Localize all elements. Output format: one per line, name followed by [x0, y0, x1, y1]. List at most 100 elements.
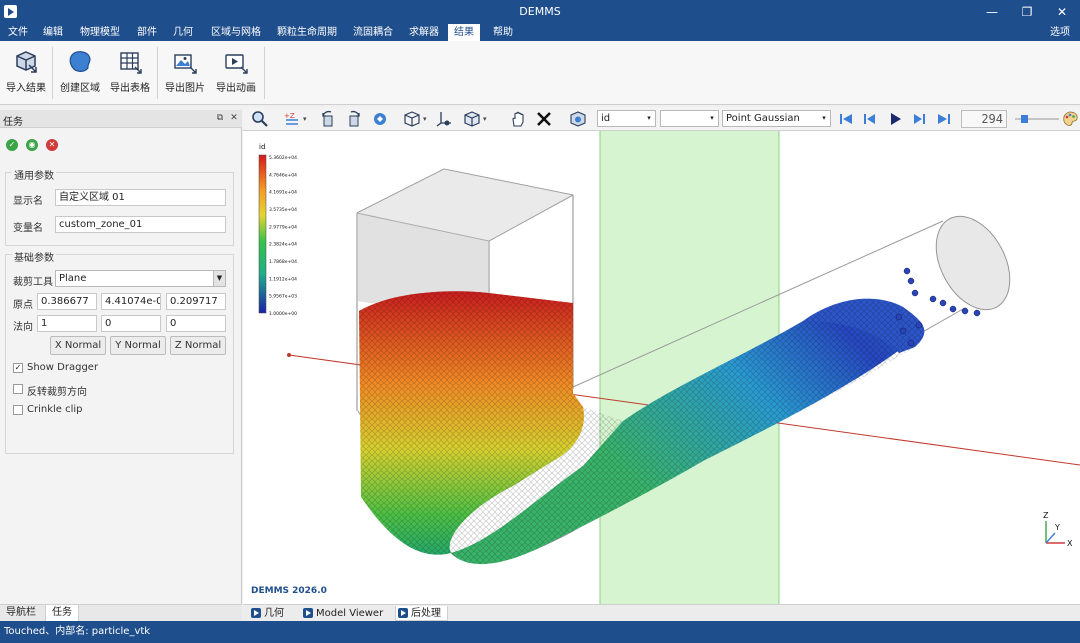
apply-all-icon[interactable]: ◉	[26, 139, 38, 151]
menu-file[interactable]: 文件	[2, 24, 34, 41]
table-grid-icon	[117, 49, 143, 75]
frame-number-field[interactable]: 294	[961, 110, 1007, 128]
tab-tasks[interactable]: 任务	[45, 605, 79, 622]
normal-x-field[interactable]: 1	[37, 315, 97, 332]
svg-text:+Z: +Z	[284, 112, 295, 120]
apply-check-icon[interactable]: ✓	[6, 139, 18, 151]
time-slider-thumb[interactable]	[1021, 115, 1028, 123]
chevron-down-icon: ▼	[213, 271, 225, 286]
plus-z-view-icon[interactable]: +Z	[283, 110, 301, 128]
float-panel-icon[interactable]: ⧉	[214, 112, 226, 124]
legend-labels: 5.3602e+04 4.7646e+04 4.1691e+04 3.5735e+04…	[269, 155, 297, 317]
variable-name-label: 变量名	[13, 223, 43, 234]
x-normal-button[interactable]: X Normal	[50, 336, 106, 355]
crinkle-clip-checkbox[interactable]	[13, 405, 23, 415]
viewer-toolbar: +Z ▾ ▾ ▾ id ▾ ▾ Point Gaussian ▾ 294	[243, 107, 1080, 131]
menu-fsi[interactable]: 流固耦合	[347, 24, 399, 41]
create-zone-label: 创建区域	[60, 83, 100, 94]
menu-physics[interactable]: 物理模型	[74, 24, 126, 41]
legend-tick-label: 2.3824e+04	[269, 242, 297, 248]
array-select[interactable]: id ▾	[597, 110, 656, 127]
legend-tick-label: 2.9779e+04	[269, 224, 297, 230]
origin-z-field[interactable]: 0.209717	[166, 293, 226, 310]
origin-y-field[interactable]: 4.41074e-06	[101, 293, 161, 310]
image-export-icon	[172, 49, 198, 75]
y-normal-button[interactable]: Y Normal	[110, 336, 166, 355]
import-results-button[interactable]: 导入结果	[0, 45, 52, 101]
reset-camera-icon[interactable]	[371, 110, 389, 128]
task-panel: 任务 ⧉ ✕ ✓ ◉ ✕ 通用参数 显示名 自定义区域 01 变量名 custo…	[0, 110, 242, 604]
display-name-field[interactable]: 自定义区域 01	[55, 189, 226, 206]
menu-options[interactable]: 选项	[1050, 24, 1070, 41]
zoom-icon[interactable]	[251, 110, 269, 128]
prev-frame-icon[interactable]	[861, 110, 879, 128]
legend-tick-label: 4.7646e+04	[269, 172, 297, 178]
menu-zones-mesh[interactable]: 区域与网格	[205, 24, 267, 41]
menu-help[interactable]: 帮助	[487, 24, 519, 41]
mesh-cube-icon[interactable]	[463, 110, 481, 128]
tab-app-icon	[303, 608, 313, 618]
rotate-left-icon[interactable]	[319, 110, 337, 128]
origin-x-field[interactable]: 0.386677	[37, 293, 97, 310]
tab-geometry[interactable]: 几何	[249, 606, 290, 621]
rotate-right-icon[interactable]	[345, 110, 363, 128]
cube-view-icon[interactable]	[403, 110, 421, 128]
general-params-group	[5, 172, 234, 246]
menu-parts[interactable]: 部件	[131, 24, 163, 41]
delete-x-icon[interactable]	[535, 110, 553, 128]
render-viewport[interactable]: id 5.3602e+04 4.7646e+04 4.1691e+04 3.5735e…	[243, 131, 1080, 604]
first-frame-icon[interactable]	[837, 110, 855, 128]
menu-edit[interactable]: 编辑	[37, 24, 69, 41]
export-image-button[interactable]: 导出图片	[159, 45, 211, 101]
component-select[interactable]: ▾	[660, 110, 719, 127]
crinkle-clip-label: Crinkle clip	[27, 404, 83, 415]
axes-pick-icon[interactable]	[435, 110, 453, 128]
tab-postprocess[interactable]: 后处理	[395, 606, 448, 621]
viewer-tabs: 几何 Model Viewer 后处理	[243, 604, 1080, 621]
import-cube-icon	[13, 49, 39, 75]
close-window-button[interactable]: ✕	[1050, 3, 1074, 21]
task-panel-header: 任务 ⧉ ✕	[0, 110, 242, 128]
menu-particle-lifecycle[interactable]: 颗粒生命周期	[271, 24, 343, 41]
legend-tick-label: 5.9567e+03	[269, 294, 297, 300]
export-image-label: 导出图片	[165, 83, 205, 94]
export-table-label: 导出表格	[110, 83, 150, 94]
menu-solver[interactable]: 求解器	[403, 24, 445, 41]
normal-z-field[interactable]: 0	[166, 315, 226, 332]
tab-navigator[interactable]: 导航栏	[0, 605, 42, 622]
variable-name-field[interactable]: custom_zone_01	[55, 216, 226, 233]
restore-button[interactable]: ❐	[1015, 3, 1039, 21]
display-name-label: 显示名	[13, 196, 43, 207]
close-panel-icon[interactable]: ✕	[228, 112, 240, 124]
export-animation-button[interactable]: 导出动画	[210, 45, 262, 101]
color-palette-icon[interactable]	[1061, 110, 1079, 128]
legend-tick-label: 5.3602e+04	[269, 155, 297, 161]
last-frame-icon[interactable]	[935, 110, 953, 128]
show-dragger-label: Show Dragger	[27, 362, 99, 373]
play-icon[interactable]	[886, 110, 904, 128]
title-bar: DEMMS — ❐ ✕	[0, 0, 1080, 24]
view-dropdown-chevron-icon[interactable]: ▾	[303, 115, 307, 123]
cancel-x-icon[interactable]: ✕	[46, 139, 58, 151]
menu-geometry[interactable]: 几何	[167, 24, 199, 41]
scene-canvas[interactable]: id 5.3602e+04 4.7646e+04 4.1691e+04 3.5735e…	[243, 131, 1080, 604]
z-normal-button[interactable]: Z Normal	[170, 336, 226, 355]
create-zone-button[interactable]: 创建区域	[54, 45, 106, 101]
clip-tool-select[interactable]: Plane ▼	[55, 270, 226, 287]
representation-select[interactable]: Point Gaussian ▾	[722, 110, 831, 127]
export-table-button[interactable]: 导出表格	[104, 45, 156, 101]
menu-results[interactable]: 结果	[448, 24, 480, 41]
next-frame-icon[interactable]	[910, 110, 928, 128]
minimize-button[interactable]: —	[980, 3, 1004, 21]
animation-export-icon	[223, 49, 249, 75]
chevron-down-icon: ▾	[706, 111, 718, 126]
invert-clip-checkbox[interactable]	[13, 384, 23, 394]
cube-dropdown-chevron-icon[interactable]: ▾	[423, 115, 427, 123]
hand-pan-icon[interactable]	[509, 110, 527, 128]
mesh-dropdown-chevron-icon[interactable]: ▾	[483, 115, 487, 123]
tab-model-viewer[interactable]: Model Viewer	[301, 606, 389, 621]
screenshot-camera-icon[interactable]	[569, 110, 587, 128]
normal-y-field[interactable]: 0	[101, 315, 161, 332]
show-dragger-checkbox[interactable]: ✓	[13, 363, 23, 373]
axis-x-label: X	[1067, 539, 1073, 548]
